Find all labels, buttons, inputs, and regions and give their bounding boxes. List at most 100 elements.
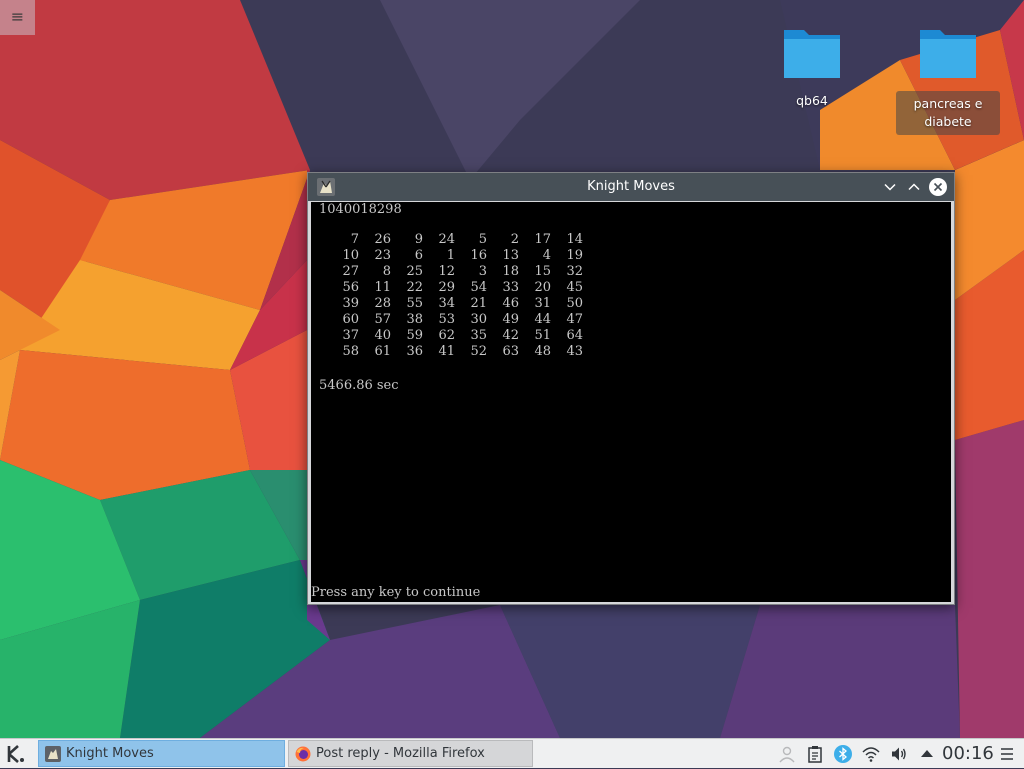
- terminal-output[interactable]: 1040018298 7 26 9 24 5 2 17 14 10 23 6 1 16 13 4 19 27 8 2…: [311, 202, 951, 602]
- knight-moves-window[interactable]: Knight Moves 1040018298 7 26 9 24 5 2 17 14 10 23…: [307, 172, 955, 605]
- board-cell: 25: [406, 264, 423, 279]
- board-row: 56 11 22 29 54 33 20 45: [319, 280, 583, 296]
- board-cell: 60: [342, 312, 359, 327]
- close-button[interactable]: [929, 178, 947, 196]
- board-cell: 52: [470, 344, 487, 359]
- clock[interactable]: 00:16: [942, 739, 994, 768]
- board-row: 60 57 38 53 30 49 44 47: [319, 312, 583, 328]
- chevron-down-icon: [884, 183, 896, 191]
- board-cell: 55: [406, 296, 423, 311]
- board-cell: 61: [374, 344, 391, 359]
- board-cell: 12: [438, 264, 455, 279]
- board-cell: 19: [566, 248, 583, 263]
- board-cell: 58: [342, 344, 359, 359]
- knight-tour-board: 7 26 9 24 5 2 17 1 4 10 23 6 1 16 13 4 19 27 8 2 5 1 2 3 18 15 3 2 5…: [319, 232, 583, 360]
- board-cell: 5: [478, 232, 487, 247]
- board-row: 10 23 6 1 16 13 4 19: [319, 248, 583, 264]
- board-cell: 40: [374, 328, 391, 343]
- clipboard-icon[interactable]: [806, 745, 824, 763]
- board-cell: 15: [534, 264, 551, 279]
- board-cell: 44: [534, 312, 551, 327]
- expand-arrow-icon[interactable]: [918, 745, 936, 763]
- board-cell: 20: [534, 280, 551, 295]
- board-cell: 27: [342, 264, 359, 279]
- maximize-button[interactable]: [904, 177, 924, 197]
- board-cell: 9: [414, 232, 423, 247]
- board-row: 7 26 9 24 5 2 17 14: [319, 232, 583, 248]
- taskbar: Knight Moves Post reply - Mozilla Firefo…: [0, 738, 1024, 768]
- board-cell: 23: [374, 248, 391, 263]
- user-icon[interactable]: [778, 745, 796, 763]
- board-cell: 33: [502, 280, 519, 295]
- desktop-icon-qb64[interactable]: qb64: [760, 26, 864, 111]
- board-cell: 24: [438, 232, 455, 247]
- desktop-icon-label: pancreas e diabete: [896, 91, 1000, 135]
- folder-icon: [784, 30, 840, 78]
- minimize-button[interactable]: [880, 177, 900, 197]
- board-cell: 35: [470, 328, 487, 343]
- board-cell: 59: [406, 328, 423, 343]
- board-cell: 53: [438, 312, 455, 327]
- volume-icon[interactable]: [890, 745, 908, 763]
- board-cell: 17: [534, 232, 551, 247]
- task-knight-moves[interactable]: Knight Moves: [38, 740, 285, 767]
- board-cell: 62: [438, 328, 455, 343]
- timing-output: 5466.86 sec: [319, 378, 399, 393]
- desktop-icon-label: qb64: [796, 93, 828, 108]
- board-cell: 51: [534, 328, 551, 343]
- window-titlebar[interactable]: Knight Moves: [308, 173, 954, 201]
- desktop-menu-button[interactable]: ≡: [0, 0, 35, 35]
- task-firefox[interactable]: Post reply - Mozilla Firefox: [288, 740, 533, 767]
- task-label: Post reply - Mozilla Firefox: [316, 746, 485, 761]
- board-cell: 7: [350, 232, 359, 247]
- board-cell: 28: [374, 296, 391, 311]
- board-cell: 10: [342, 248, 359, 263]
- board-cell: 11: [374, 280, 391, 295]
- chevron-up-icon: [908, 183, 920, 191]
- board-cell: 37: [342, 328, 359, 343]
- board-cell: 34: [438, 296, 455, 311]
- board-cell: 63: [502, 344, 519, 359]
- board-cell: 56: [342, 280, 359, 295]
- board-cell: 2: [510, 232, 519, 247]
- task-label: Knight Moves: [66, 746, 154, 761]
- board-cell: 45: [566, 280, 583, 295]
- close-icon: [933, 182, 943, 192]
- board-cell: 3: [478, 264, 487, 279]
- window-title: Knight Moves: [587, 179, 675, 194]
- board-cell: 31: [534, 296, 551, 311]
- folder-icon: [920, 30, 976, 78]
- board-cell: 39: [342, 296, 359, 311]
- wifi-icon[interactable]: [862, 745, 880, 763]
- desktop-icon-pancreas-e-diabete[interactable]: pancreas e diabete: [896, 26, 1000, 135]
- board-cell: 30: [470, 312, 487, 327]
- board-cell: 41: [438, 344, 455, 359]
- board-cell: 16: [470, 248, 487, 263]
- board-row: 58 61 36 41 52 63 48 43: [319, 344, 583, 360]
- board-cell: 36: [406, 344, 423, 359]
- board-cell: 21: [470, 296, 487, 311]
- board-cell: 50: [566, 296, 583, 311]
- board-cell: 6: [414, 248, 423, 263]
- board-cell: 26: [374, 232, 391, 247]
- board-cell: 13: [502, 248, 519, 263]
- board-cell: 8: [382, 264, 391, 279]
- board-cell: 1: [446, 248, 455, 263]
- knight-moves-icon: [45, 746, 61, 762]
- board-cell: 57: [374, 312, 391, 327]
- board-cell: 54: [470, 280, 487, 295]
- board-cell: 49: [502, 312, 519, 327]
- panel-options-icon[interactable]: [1000, 746, 1014, 762]
- board-cell: 46: [502, 296, 519, 311]
- board-cell: 42: [502, 328, 519, 343]
- board-row: 37 40 59 62 35 42 51 64: [319, 328, 583, 344]
- board-cell: 18: [502, 264, 519, 279]
- firefox-icon: [295, 746, 311, 762]
- application-launcher-icon[interactable]: [4, 742, 28, 766]
- board-cell: 38: [406, 312, 423, 327]
- board-cell: 64: [566, 328, 583, 343]
- board-cell: 4: [542, 248, 551, 263]
- bluetooth-icon[interactable]: [834, 745, 852, 763]
- board-row: 39 28 55 34 21 46 31 50: [319, 296, 583, 312]
- board-cell: 47: [566, 312, 583, 327]
